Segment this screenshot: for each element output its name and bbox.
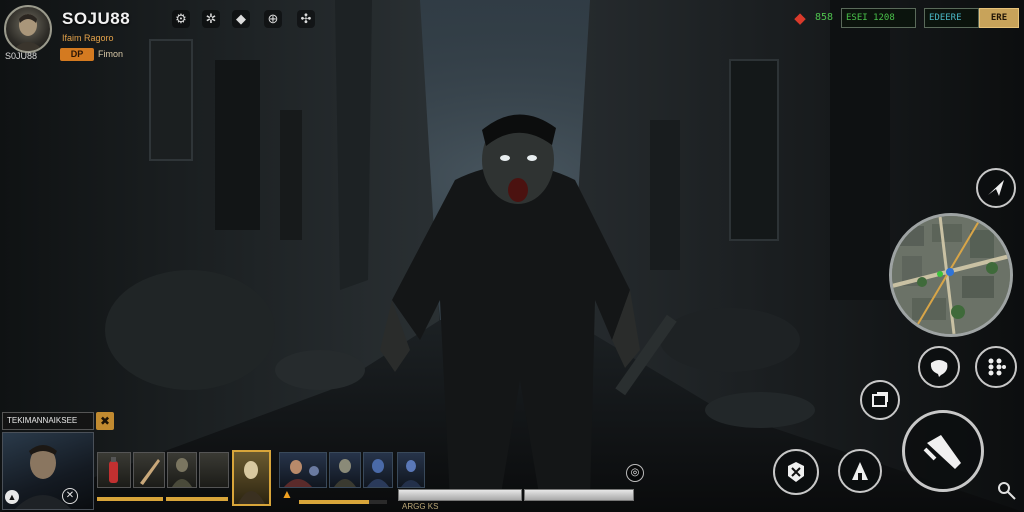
player-badge: DP — [60, 48, 94, 61]
settings-icon[interactable]: ⚙ — [172, 10, 190, 28]
emote-icon — [930, 360, 948, 377]
reload-icon — [872, 392, 888, 407]
inventory-slot-3[interactable] — [167, 452, 197, 488]
leader-badge-icon: ▲ — [5, 490, 19, 504]
survivor-card-icon — [238, 461, 265, 504]
map-toggle-button[interactable] — [976, 168, 1016, 208]
fire-extinguisher-icon — [109, 457, 118, 483]
crosshair-icon[interactable]: ⊕ — [264, 10, 282, 28]
crouch-icon — [852, 462, 868, 480]
inventory-slot-4[interactable] — [199, 452, 229, 488]
leader-skill-icon[interactable]: ✕ — [62, 488, 78, 504]
team-tools-icon[interactable]: ✖ — [96, 412, 114, 430]
player-tag: S0JU88 — [5, 51, 38, 61]
inventory-icon[interactable]: ✣ — [297, 10, 315, 28]
bar-hp1-fill — [399, 490, 521, 500]
zombie-card-icon — [172, 458, 192, 487]
ping-icon[interactable]: ◎ — [626, 464, 644, 482]
squad-slot-2[interactable] — [329, 452, 361, 488]
status-box-primary[interactable]: ESEI 1208 — [841, 8, 916, 28]
warning-icon: ▲ — [281, 487, 293, 501]
squad-soldier-icon — [367, 459, 389, 487]
minimap[interactable] — [889, 213, 1013, 337]
bar-team-fill — [299, 500, 370, 504]
team-bar — [299, 500, 387, 504]
gear-icon[interactable]: ✲ — [202, 10, 220, 28]
slot-bar-1 — [97, 497, 163, 501]
slot-bar-2 — [166, 497, 228, 501]
crouch-button[interactable] — [838, 449, 882, 493]
squad-fighter-icon — [284, 460, 319, 487]
knife-icon — [140, 459, 160, 485]
inventory-slot-selected[interactable] — [232, 450, 271, 506]
squad-zombie-icon — [334, 459, 356, 487]
resource-value: 858 — [815, 12, 834, 23]
inventory-slot-2[interactable] — [133, 452, 165, 488]
bar-slot1-fill — [97, 497, 163, 501]
player-name: SOJU88 — [62, 9, 131, 28]
status-box-action[interactable]: ERE — [979, 8, 1019, 28]
gem-icon: ◆ — [794, 10, 806, 27]
melee-attack-icon — [923, 435, 961, 469]
health-bar-secondary — [524, 489, 634, 501]
grenade-icon — [788, 462, 804, 482]
grenade-button[interactable] — [773, 449, 819, 495]
voice-button[interactable] — [996, 480, 1018, 502]
team-label: TEKIMANNAIKSEE — [2, 412, 94, 430]
emote-button[interactable] — [918, 346, 960, 388]
minimap-map — [892, 216, 1010, 334]
squad-slot-3[interactable] — [363, 452, 393, 488]
chat-icon[interactable]: ◆ — [232, 10, 250, 28]
grid-menu-button[interactable] — [975, 346, 1017, 388]
reload-button[interactable] — [860, 380, 900, 420]
survivor-portrait-icon — [12, 14, 44, 51]
grid-menu-icon — [988, 358, 1006, 376]
bar-slot2-fill — [166, 497, 228, 501]
game-scene — [0, 0, 1024, 512]
player-avatar[interactable] — [4, 5, 52, 53]
map-toggle-icon — [988, 180, 1004, 196]
squad-slot-4[interactable] — [397, 452, 425, 488]
alley-background — [0, 0, 1024, 512]
status-box-secondary[interactable]: EDEERE — [924, 8, 979, 28]
bar-hp2-fill — [525, 490, 633, 500]
player-subtitle: Ifaim Ragoro — [62, 33, 114, 43]
squad-slot-1[interactable] — [279, 452, 327, 488]
inventory-slot-1[interactable] — [97, 452, 131, 488]
voice-icon — [998, 482, 1016, 500]
squad-scout-icon — [401, 460, 421, 487]
bottom-status-label: ARGG KS — [402, 502, 439, 511]
melee-attack-button[interactable] — [902, 410, 984, 492]
health-bar-primary — [398, 489, 522, 501]
player-badge-text: Fimon — [98, 49, 124, 59]
